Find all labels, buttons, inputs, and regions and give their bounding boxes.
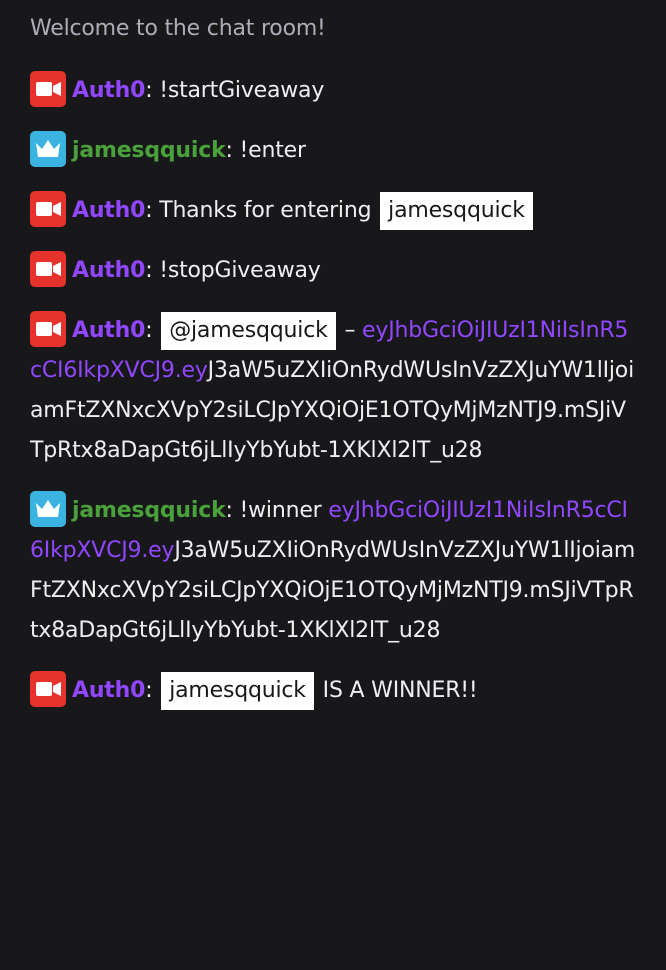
message-text: !startGiveaway bbox=[159, 78, 325, 103]
chat-room: Welcome to the chat room! Auth0: !startG… bbox=[0, 0, 666, 970]
username[interactable]: jamesqquick bbox=[72, 498, 226, 523]
chat-message: Auth0: !startGiveaway bbox=[30, 71, 636, 111]
crown-icon bbox=[30, 131, 66, 167]
chat-message: Auth0: !stopGiveaway bbox=[30, 251, 636, 291]
username[interactable]: Auth0 bbox=[72, 318, 145, 343]
message-text: IS A WINNER!! bbox=[322, 678, 478, 703]
message-text: Thanks for entering bbox=[159, 198, 372, 223]
username[interactable]: Auth0 bbox=[72, 78, 145, 103]
separator: – bbox=[337, 318, 356, 343]
user-mention[interactable]: @jamesqquick bbox=[161, 312, 336, 350]
chat-message: jamesqquick: !winner eyJhbGciOiJIUzI1NiI… bbox=[30, 491, 636, 651]
message-text: !winner bbox=[239, 498, 322, 523]
camera-icon bbox=[30, 671, 66, 707]
username[interactable]: Auth0 bbox=[72, 258, 145, 283]
chat-message: Auth0: Thanks for entering jamesqquick bbox=[30, 191, 636, 231]
chat-message: Auth0: @jamesqquick – eyJhbGciOiJIUzI1Ni… bbox=[30, 311, 636, 471]
user-mention[interactable]: jamesqquick bbox=[380, 192, 533, 230]
username[interactable]: Auth0 bbox=[72, 198, 145, 223]
camera-icon bbox=[30, 71, 66, 107]
camera-icon bbox=[30, 191, 66, 227]
username[interactable]: Auth0 bbox=[72, 678, 145, 703]
crown-icon bbox=[30, 491, 66, 527]
welcome-message: Welcome to the chat room! bbox=[30, 16, 326, 41]
message-text: !stopGiveaway bbox=[159, 258, 321, 283]
message-text: !enter bbox=[239, 138, 307, 163]
user-mention[interactable]: jamesqquick bbox=[161, 672, 314, 710]
camera-icon bbox=[30, 251, 66, 287]
chat-message: Auth0: jamesqquick IS A WINNER!! bbox=[30, 671, 636, 711]
username[interactable]: jamesqquick bbox=[72, 138, 226, 163]
chat-message: jamesqquick: !enter bbox=[30, 131, 636, 171]
camera-icon bbox=[30, 311, 66, 347]
